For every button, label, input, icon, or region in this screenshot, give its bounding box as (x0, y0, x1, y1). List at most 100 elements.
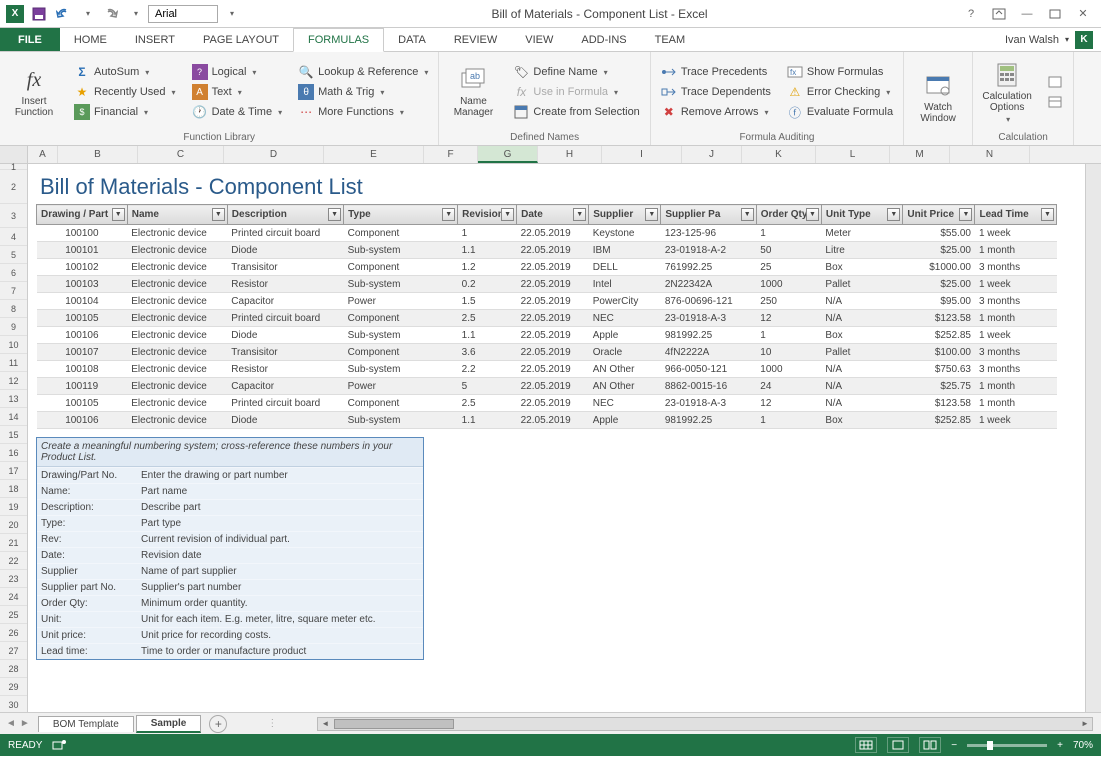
table-row[interactable]: 100106Electronic deviceDiodeSub-system1.… (37, 327, 1057, 344)
column-header-K[interactable]: K (742, 146, 816, 163)
table-cell[interactable]: AN Other (589, 361, 661, 378)
table-cell[interactable]: Meter (821, 225, 902, 242)
redo-dropdown[interactable] (124, 3, 146, 25)
table-cell[interactable]: 100108 (37, 361, 128, 378)
table-cell[interactable]: 981992.25 (661, 412, 756, 429)
row-header[interactable]: 28 (0, 660, 27, 678)
qat-customize[interactable] (220, 3, 242, 25)
table-cell[interactable]: Sub-system (344, 327, 458, 344)
table-cell[interactable]: Printed circuit board (227, 225, 343, 242)
table-cell[interactable]: Electronic device (127, 225, 227, 242)
redo-button[interactable] (100, 3, 122, 25)
row-header[interactable]: 26 (0, 624, 27, 642)
table-cell[interactable]: 22.05.2019 (517, 310, 589, 327)
table-cell[interactable]: N/A (821, 310, 902, 327)
table-cell[interactable]: Electronic device (127, 378, 227, 395)
row-header[interactable]: 10 (0, 336, 27, 354)
lookup-reference-button[interactable]: 🔍Lookup & Reference (294, 63, 432, 81)
table-cell[interactable]: DELL (589, 259, 661, 276)
table-cell[interactable]: N/A (821, 395, 902, 412)
zoom-slider[interactable] (967, 744, 1047, 747)
logical-button[interactable]: ?Logical (188, 63, 287, 81)
table-cell[interactable]: N/A (821, 361, 902, 378)
table-cell[interactable]: NEC (589, 395, 661, 412)
table-cell[interactable]: 1.1 (458, 242, 517, 259)
calculation-options-button[interactable]: Calculation Options (979, 54, 1035, 130)
table-cell[interactable]: Electronic device (127, 293, 227, 310)
row-header[interactable]: 3 (0, 204, 27, 228)
table-row[interactable]: 100107Electronic deviceTransisitorCompon… (37, 344, 1057, 361)
table-row[interactable]: 100106Electronic deviceDiodeSub-system1.… (37, 412, 1057, 429)
error-checking-button[interactable]: ⚠Error Checking (783, 83, 897, 101)
table-cell[interactable]: Electronic device (127, 361, 227, 378)
table-row[interactable]: 100105Electronic devicePrinted circuit b… (37, 395, 1057, 412)
table-row[interactable]: 100101Electronic deviceDiodeSub-system1.… (37, 242, 1057, 259)
table-cell[interactable]: Transisitor (227, 344, 343, 361)
row-header[interactable]: 9 (0, 318, 27, 336)
font-name-box[interactable] (148, 5, 218, 23)
row-header[interactable]: 23 (0, 570, 27, 588)
row-header[interactable]: 6 (0, 264, 27, 282)
page-layout-view-button[interactable] (887, 737, 909, 753)
table-cell[interactable]: AN Other (589, 378, 661, 395)
row-header[interactable]: 29 (0, 678, 27, 696)
scroll-right-arrow[interactable]: ► (1078, 719, 1092, 728)
table-cell[interactable]: $123.58 (903, 310, 975, 327)
row-header[interactable]: 25 (0, 606, 27, 624)
table-cell[interactable]: 12 (756, 395, 821, 412)
table-cell[interactable]: 3 months (975, 259, 1057, 276)
table-cell[interactable]: 1.1 (458, 327, 517, 344)
table-cell[interactable]: 3 months (975, 361, 1057, 378)
table-cell[interactable]: 22.05.2019 (517, 344, 589, 361)
math-trig-button[interactable]: θMath & Trig (294, 83, 432, 101)
table-cell[interactable]: 22.05.2019 (517, 276, 589, 293)
table-cell[interactable]: Box (821, 412, 902, 429)
trace-dependents-button[interactable]: Trace Dependents (657, 83, 775, 101)
row-header[interactable]: 4 (0, 228, 27, 246)
table-cell[interactable]: N/A (821, 378, 902, 395)
more-functions-button[interactable]: ⋯More Functions (294, 103, 432, 121)
column-header-B[interactable]: B (58, 146, 138, 163)
table-row[interactable]: 100105Electronic devicePrinted circuit b… (37, 310, 1057, 327)
table-cell[interactable]: $25.00 (903, 242, 975, 259)
table-cell[interactable]: $252.85 (903, 412, 975, 429)
table-cell[interactable]: 761992.25 (661, 259, 756, 276)
table-cell[interactable]: Printed circuit board (227, 395, 343, 412)
evaluate-formula-button[interactable]: ⓕEvaluate Formula (783, 103, 897, 121)
remove-arrows-button[interactable]: ✖Remove Arrows (657, 103, 775, 121)
filter-button[interactable]: ▼ (806, 208, 819, 221)
table-cell[interactable]: $123.58 (903, 395, 975, 412)
table-cell[interactable]: Resistor (227, 361, 343, 378)
table-cell[interactable]: 1.5 (458, 293, 517, 310)
row-header[interactable]: 18 (0, 480, 27, 498)
table-cell[interactable]: Pallet (821, 344, 902, 361)
row-header[interactable]: 16 (0, 444, 27, 462)
calc-now-button[interactable] (1043, 73, 1067, 91)
table-cell[interactable]: 10 (756, 344, 821, 361)
table-cell[interactable]: 22.05.2019 (517, 395, 589, 412)
table-cell[interactable]: 2.5 (458, 310, 517, 327)
table-cell[interactable]: $252.85 (903, 327, 975, 344)
show-formulas-button[interactable]: fxShow Formulas (783, 63, 897, 81)
table-row[interactable]: 100119Electronic deviceCapacitorPower522… (37, 378, 1057, 395)
table-cell[interactable]: Sub-system (344, 242, 458, 259)
column-header-L[interactable]: L (816, 146, 890, 163)
sheet-tab-sample[interactable]: Sample (136, 715, 202, 733)
filter-button[interactable]: ▼ (212, 208, 225, 221)
table-cell[interactable]: 100103 (37, 276, 128, 293)
table-cell[interactable]: Power (344, 378, 458, 395)
autosum-button[interactable]: ΣAutoSum (70, 63, 180, 81)
table-cell[interactable]: 100102 (37, 259, 128, 276)
tab-review[interactable]: REVIEW (440, 28, 511, 51)
page-break-view-button[interactable] (919, 737, 941, 753)
trace-precedents-button[interactable]: Trace Precedents (657, 63, 775, 81)
table-cell[interactable]: 1 month (975, 310, 1057, 327)
name-manager-button[interactable]: ab Name Manager (445, 54, 501, 130)
zoom-in-button[interactable]: + (1057, 740, 1063, 751)
table-cell[interactable]: 0.2 (458, 276, 517, 293)
table-cell[interactable]: Sub-system (344, 412, 458, 429)
table-cell[interactable]: IBM (589, 242, 661, 259)
column-header-H[interactable]: H (538, 146, 602, 163)
sheet-nav-next[interactable]: ► (20, 718, 30, 729)
table-cell[interactable]: Capacitor (227, 293, 343, 310)
